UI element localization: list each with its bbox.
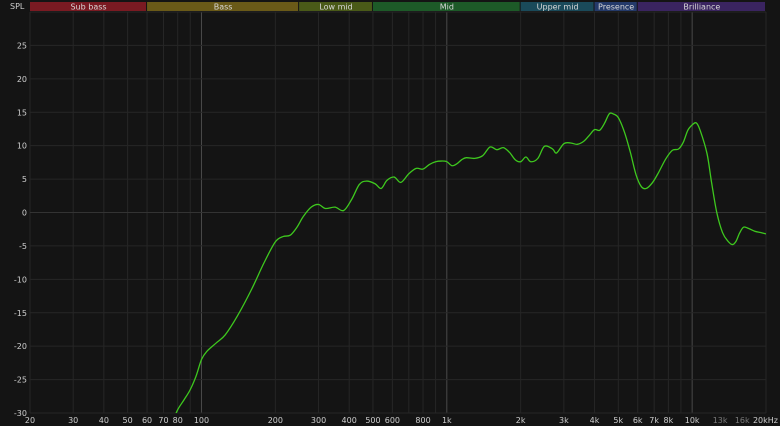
y-tick-label: -20 [14, 342, 27, 351]
x-tick-label: 2k [516, 416, 526, 425]
x-tick-label: 1k [442, 416, 452, 425]
x-tick-label: 4k [590, 416, 600, 425]
band-label: Bass [214, 3, 233, 12]
x-tick-label: 20 [25, 416, 35, 425]
x-tick-label: 16k [735, 416, 750, 425]
y-tick-label: 0 [22, 209, 27, 218]
y-tick-label: -25 [14, 376, 27, 385]
x-tick-label: 80 [173, 416, 183, 425]
frequency-bands: Sub bass Bass Low mid Mid Upper mid Presence B… [30, 2, 765, 12]
x-tick-label: 40 [99, 416, 109, 425]
band-label: Brilliance [683, 3, 720, 12]
x-tick-label: 100 [194, 416, 209, 425]
x-tick-label: 300 [311, 416, 326, 425]
x-tick-label: 500 [365, 416, 380, 425]
x-tick-label: 5k [613, 416, 623, 425]
x-tick-label: 13k [713, 416, 728, 425]
y-tick-label: 15 [17, 108, 27, 117]
x-tick-label: 10k [685, 416, 700, 425]
x-tick-label: 70 [158, 416, 168, 425]
band-label: Sub bass [70, 3, 106, 12]
band-label: Upper mid [537, 3, 579, 12]
x-tick-label: 8k [664, 416, 674, 425]
y-tick-label: 5 [22, 175, 27, 184]
x-tick-label: 400 [342, 416, 357, 425]
x-tick-label: 800 [415, 416, 430, 425]
y-tick-label: 20 [17, 75, 27, 84]
y-tick-label: -5 [19, 242, 27, 251]
band-label: Low mid [319, 3, 352, 12]
y-tick-label: 10 [17, 142, 27, 151]
x-tick-label: 20kHz [753, 416, 778, 425]
frequency-response-chart: Sub bass Bass Low mid Mid Upper mid Presence B… [0, 0, 780, 426]
y-tick-label: -10 [14, 275, 27, 284]
y-tick-label: 25 [17, 41, 27, 50]
y-axis-label: SPL [10, 2, 25, 11]
x-tick-label: 50 [123, 416, 133, 425]
x-tick-label: 7k [649, 416, 659, 425]
x-tick-label: 60 [142, 416, 152, 425]
x-tick-label: 600 [385, 416, 400, 425]
band-label: Presence [598, 3, 634, 12]
band-label: Mid [440, 3, 454, 12]
x-tick-label: 30 [68, 416, 78, 425]
x-tick-label: 6k [633, 416, 643, 425]
x-tick-label: 3k [559, 416, 569, 425]
y-tick-label: -15 [14, 309, 27, 318]
x-tick-label: 200 [268, 416, 283, 425]
